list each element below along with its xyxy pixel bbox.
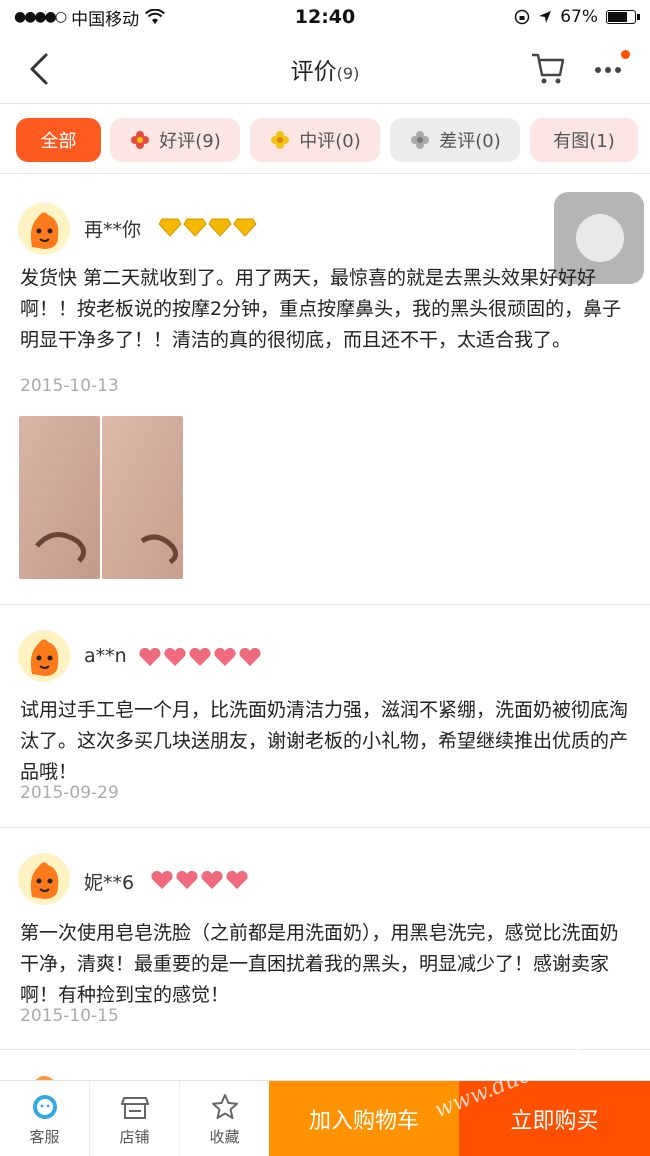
tab-positive[interactable]: 好评(9) (110, 118, 240, 162)
red-heart-icon (214, 647, 236, 666)
username: 妮**6 (84, 872, 135, 894)
star-icon (211, 1093, 238, 1119)
red-heart-icon (176, 870, 198, 889)
add-to-cart-button[interactable]: 加入购物车 (269, 1081, 459, 1156)
review-item: 妮**6 第一次使用皂皂洗脸（之前都是用洗面奶），用黑皂洗完，感觉比洗面奶干净，… (0, 828, 650, 1050)
review-photo-after[interactable] (102, 416, 183, 579)
review-text: 试用过手工皂一个月，比洗面奶清洁力强，滋润不紧绷，洗面奶被彻底淘汰了。这次多买几… (20, 699, 629, 783)
review-date: 2015-09-29 (20, 783, 119, 803)
avatar (18, 853, 70, 905)
battery-percent: 67% (560, 7, 598, 27)
review-text: 发货快 第二天就收到了。用了两天，最惊喜的就是去黑头效果好好好啊！！按老板说的按… (20, 267, 622, 351)
back-arrow-icon[interactable] (22, 50, 58, 88)
cart-icon[interactable] (530, 50, 566, 86)
buyer-level-badges (158, 217, 257, 237)
review-item: 再**你 发货快 第二天就收到了。用了两天，最惊喜的就是去黑头效果好好好啊！！按… (0, 175, 650, 605)
gold-diamond-icon (183, 218, 207, 237)
tab-all[interactable]: 全部 (16, 118, 101, 162)
bottom-action-bar: 客服 店铺 收藏 加入购物车 立即购买 (0, 1080, 650, 1156)
wifi-icon (145, 9, 166, 24)
shop-button[interactable]: 店铺 (90, 1081, 180, 1156)
grey-flower-icon (411, 131, 430, 149)
gold-diamond-icon (233, 218, 257, 237)
gold-diamond-icon (158, 218, 182, 237)
notification-dot (621, 50, 630, 59)
chat-bubble-icon (32, 1094, 57, 1119)
signal-icon: ●●●●○ (14, 9, 67, 25)
buyer-level-badges (150, 870, 249, 890)
review-text: 第一次使用皂皂洗脸（之前都是用洗面奶），用黑皂洗完，感觉比洗面奶干净，清爽！最重… (20, 922, 619, 1006)
review-item: a**n 试用过手工皂一个月，比洗面奶清洁力强，滋润不紧绷，洗面奶被彻底淘汰了。… (0, 605, 650, 828)
avatar (18, 630, 70, 682)
status-bar: ●●●●○ 中国移动 12:40 67% (0, 0, 650, 34)
red-heart-icon (226, 870, 248, 889)
review-date: 2015-10-13 (20, 376, 119, 396)
customer-service-button[interactable]: 客服 (0, 1081, 90, 1156)
favorite-button[interactable]: 收藏 (180, 1081, 270, 1156)
red-heart-icon (139, 647, 161, 666)
review-page: ●●●●○ 中国移动 12:40 67% 评价(9) 全部 好评(9) 中评(0… (0, 0, 650, 1156)
red-heart-icon (151, 870, 173, 889)
clock: 12:40 (294, 6, 356, 28)
red-heart-icon (164, 647, 186, 666)
buy-now-button[interactable]: 立即购买 (459, 1081, 650, 1156)
tab-neutral[interactable]: 中评(0) (250, 118, 380, 162)
buyer-level-badges (138, 647, 262, 667)
red-heart-icon (239, 647, 261, 666)
username: a**n (84, 645, 127, 667)
red-flower-icon (131, 131, 150, 149)
shop-icon (120, 1096, 149, 1119)
nav-bar: 评价(9) (0, 34, 650, 104)
battery-icon (606, 10, 640, 24)
red-heart-icon (201, 870, 223, 889)
avatar (18, 203, 70, 255)
filter-tabs: 全部 好评(9) 中评(0) 差评(0) 有图(1) (0, 106, 650, 174)
lock-rotation-icon (514, 9, 530, 25)
tab-with-photos[interactable]: 有图(1) (530, 118, 638, 162)
review-date: 2015-10-15 (20, 1006, 119, 1026)
location-icon (539, 11, 552, 23)
carrier-label: 中国移动 (71, 9, 140, 30)
review-count: (9) (336, 63, 360, 83)
yellow-flower-icon (271, 131, 290, 149)
tab-negative[interactable]: 差评(0) (390, 118, 520, 162)
red-heart-icon (189, 647, 211, 666)
more-menu-button[interactable] (590, 50, 630, 84)
review-photo-before[interactable] (19, 416, 100, 579)
gold-diamond-icon (208, 218, 232, 237)
username: 再**你 (84, 219, 142, 241)
